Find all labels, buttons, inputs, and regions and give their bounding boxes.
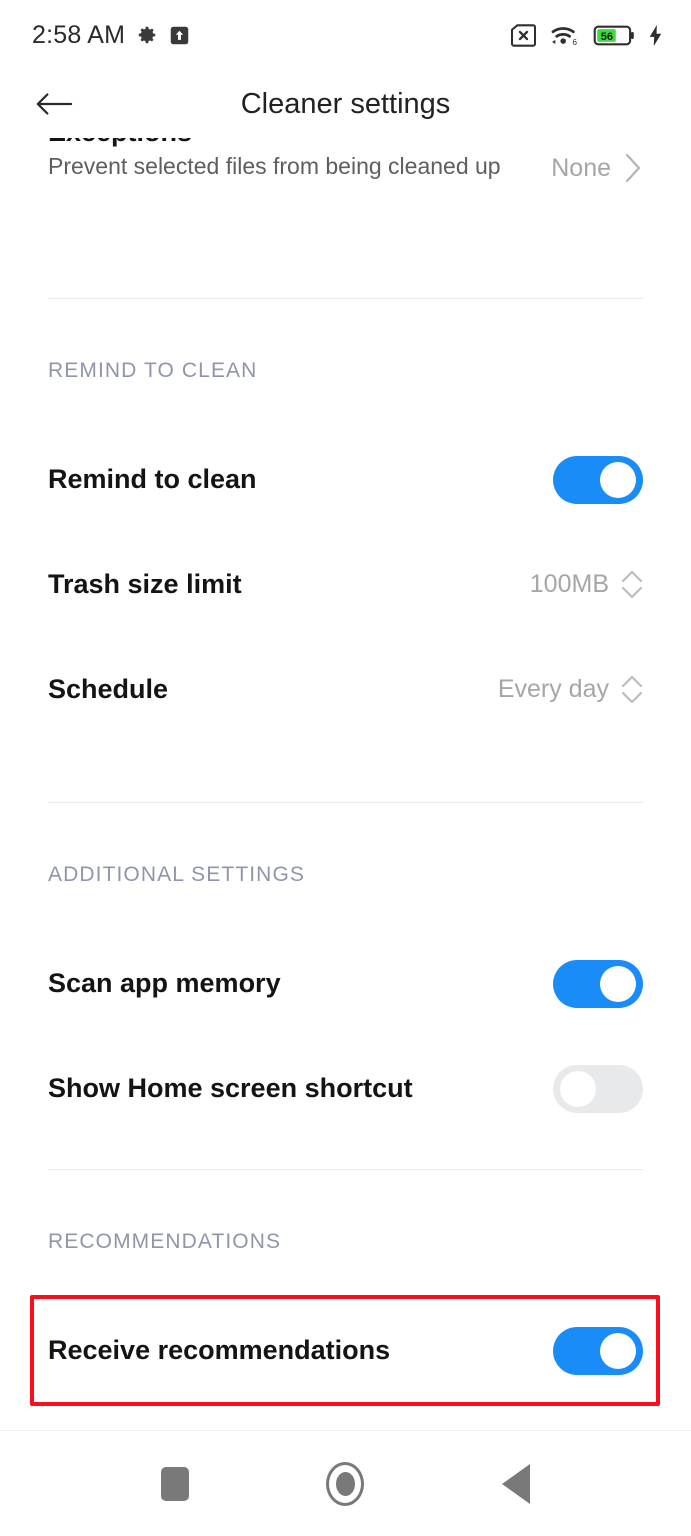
toggle-thumb: [600, 461, 636, 498]
back-nav-button[interactable]: [480, 1448, 552, 1520]
svg-text:6: 6: [572, 37, 577, 47]
status-bar-left: 2:58 AM: [32, 21, 190, 50]
list-item-receive-recommendations[interactable]: Receive recommendations: [0, 1298, 691, 1403]
toggle-thumb: [600, 965, 636, 1002]
scan-app-memory-text: Scan app memory: [48, 967, 553, 1000]
receive-recommendations-title: Receive recommendations: [48, 1335, 391, 1366]
settings-list: Exceptions Prevent selected files from b…: [0, 138, 691, 1508]
schedule-title: Schedule: [48, 674, 169, 705]
app-bar: Cleaner settings: [0, 70, 691, 138]
schedule-stepper[interactable]: [621, 675, 643, 704]
remind-to-clean-title: Remind to clean: [48, 464, 257, 495]
battery-icon: 56: [593, 24, 635, 47]
exceptions-title: Exceptions: [48, 138, 531, 149]
list-item-remind-to-clean[interactable]: Remind to clean: [0, 427, 691, 532]
arrow-left-icon: [36, 93, 73, 115]
system-navigation-bar: [0, 1430, 691, 1536]
exceptions-subtitle: Prevent selected files from being cleane…: [48, 152, 501, 179]
list-item-exceptions[interactable]: Exceptions Prevent selected files from b…: [0, 138, 691, 238]
toggle-thumb: [560, 1070, 596, 1107]
remind-to-clean-toggle[interactable]: [553, 455, 643, 504]
remind-to-clean-text: Remind to clean: [48, 463, 553, 496]
trash-size-limit-text: Trash size limit: [48, 568, 530, 601]
show-home-screen-shortcut-text: Show Home screen shortcut: [48, 1072, 553, 1105]
scan-app-memory-title: Scan app memory: [48, 968, 281, 999]
gear-icon: [136, 24, 158, 46]
toggle-thumb: [600, 1332, 636, 1369]
schedule-text: Schedule: [48, 673, 498, 706]
schedule-control[interactable]: Every day: [498, 675, 643, 704]
show-home-screen-shortcut-title: Show Home screen shortcut: [48, 1073, 413, 1104]
chevron-down-icon: [621, 691, 643, 704]
list-item-trash-size-limit[interactable]: Trash size limit 100MB: [0, 532, 691, 637]
home-button[interactable]: [309, 1448, 381, 1520]
status-bar-right: 6 56: [510, 23, 663, 47]
show-home-screen-shortcut-toggle[interactable]: [553, 1064, 643, 1113]
upload-box-icon: [169, 25, 190, 46]
exceptions-control[interactable]: None: [551, 152, 643, 184]
schedule-value: Every day: [497, 675, 609, 703]
list-item-scan-app-memory[interactable]: Scan app memory: [0, 931, 691, 1036]
trash-size-limit-control[interactable]: 100MB: [530, 570, 643, 599]
square-icon: [161, 1466, 190, 1501]
status-bar: 2:58 AM 6 56: [0, 0, 691, 70]
charging-bolt-icon: [648, 24, 663, 47]
triangle-left-icon: [501, 1463, 530, 1504]
exceptions-value: None: [551, 153, 611, 182]
status-time: 2:58 AM: [32, 20, 126, 49]
sim-card-x-icon: [510, 23, 537, 47]
section-header-recommendations: RECOMMENDATIONS: [48, 1230, 282, 1253]
chevron-up-icon: [621, 675, 643, 688]
section-header-additional-settings: ADDITIONAL SETTINGS: [48, 863, 305, 886]
circle-icon: [326, 1461, 365, 1506]
list-item-show-home-screen-shortcut[interactable]: Show Home screen shortcut: [0, 1036, 691, 1141]
receive-recommendations-toggle[interactable]: [553, 1326, 643, 1375]
back-button[interactable]: [30, 80, 78, 128]
chevron-up-icon: [621, 570, 643, 583]
exceptions-text: Exceptions Prevent selected files from b…: [48, 138, 551, 238]
trash-size-limit-title: Trash size limit: [48, 569, 242, 600]
trash-size-limit-stepper[interactable]: [621, 570, 643, 599]
list-item-schedule[interactable]: Schedule Every day: [0, 637, 691, 742]
recents-button[interactable]: [139, 1448, 211, 1520]
receive-recommendations-text: Receive recommendations: [48, 1334, 553, 1367]
scan-app-memory-toggle[interactable]: [553, 959, 643, 1008]
page-title: Cleaner settings: [240, 87, 451, 120]
svg-text:56: 56: [601, 31, 613, 43]
wifi-6-icon: 6: [550, 23, 580, 47]
chevron-right-icon: [625, 153, 641, 183]
trash-size-limit-value: 100MB: [529, 570, 609, 598]
section-header-remind-to-clean: REMIND TO CLEAN: [48, 359, 258, 382]
chevron-down-icon: [621, 586, 643, 599]
